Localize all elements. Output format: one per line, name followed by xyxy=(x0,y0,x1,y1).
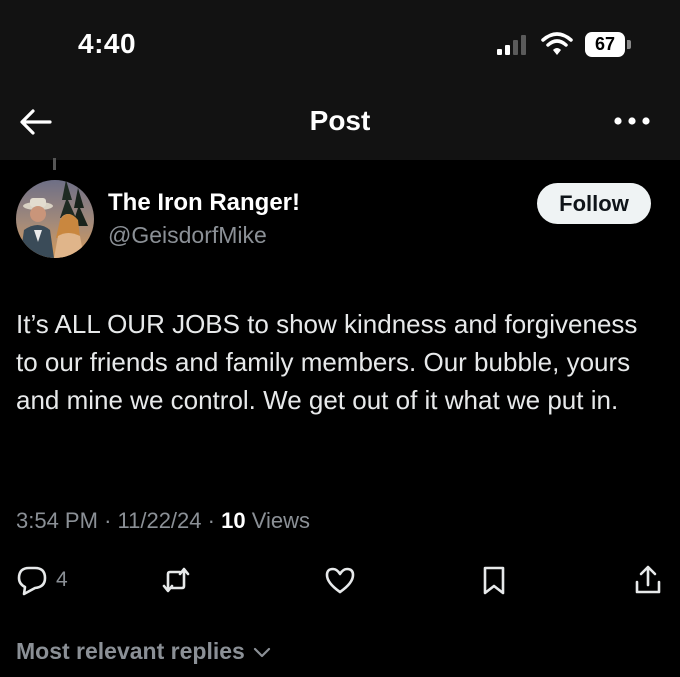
status-bar: 4:40 67 xyxy=(0,0,680,90)
avatar[interactable] xyxy=(16,180,94,258)
wifi-icon xyxy=(541,32,573,55)
meta-separator: · xyxy=(207,508,222,533)
signal-icon xyxy=(497,35,526,55)
battery-cap xyxy=(627,40,631,49)
battery-icon: 67 xyxy=(585,32,631,57)
bookmark-button[interactable] xyxy=(478,560,510,600)
views-label[interactable]: Views xyxy=(252,508,310,533)
post-date: 11/22/24 xyxy=(117,508,202,533)
reply-button[interactable]: 4 xyxy=(16,560,68,600)
reply-icon xyxy=(17,566,47,596)
replies-sort-label: Most relevant replies xyxy=(16,638,245,664)
post-screen: 4:40 67 Post The Iron Ranger! @GeisdorfM… xyxy=(0,0,680,677)
author-handle[interactable]: @GeisdorfMike xyxy=(108,222,267,249)
nav-bar: Post xyxy=(0,90,680,160)
post-text: It’s ALL OUR JOBS to show kindness and f… xyxy=(16,309,638,415)
chevron-down-icon xyxy=(253,647,270,657)
like-button[interactable] xyxy=(324,560,356,600)
post-meta: 3:54 PM · 11/22/24 · 10 Views xyxy=(16,508,310,534)
more-dots-icon[interactable] xyxy=(612,114,652,128)
status-time: 4:40 xyxy=(78,28,137,59)
page-title: Post xyxy=(309,105,371,136)
share-icon xyxy=(635,565,661,594)
repost-icon xyxy=(162,567,190,593)
meta-separator: · xyxy=(104,508,118,533)
replies-sort-dropdown[interactable]: Most relevant replies xyxy=(16,638,273,665)
follow-button[interactable]: Follow xyxy=(537,183,651,224)
repost-button[interactable] xyxy=(160,560,192,600)
action-bar: 4 xyxy=(0,560,680,604)
views-count[interactable]: 10 xyxy=(221,508,245,533)
post-time: 3:54 PM xyxy=(16,508,98,533)
author-name[interactable]: The Iron Ranger! xyxy=(108,189,300,217)
reply-count: 4 xyxy=(56,568,68,591)
bookmark-icon xyxy=(483,566,505,595)
thread-line xyxy=(53,158,56,170)
like-icon xyxy=(325,567,355,594)
battery-level: 67 xyxy=(585,32,625,57)
share-button[interactable] xyxy=(632,560,664,600)
